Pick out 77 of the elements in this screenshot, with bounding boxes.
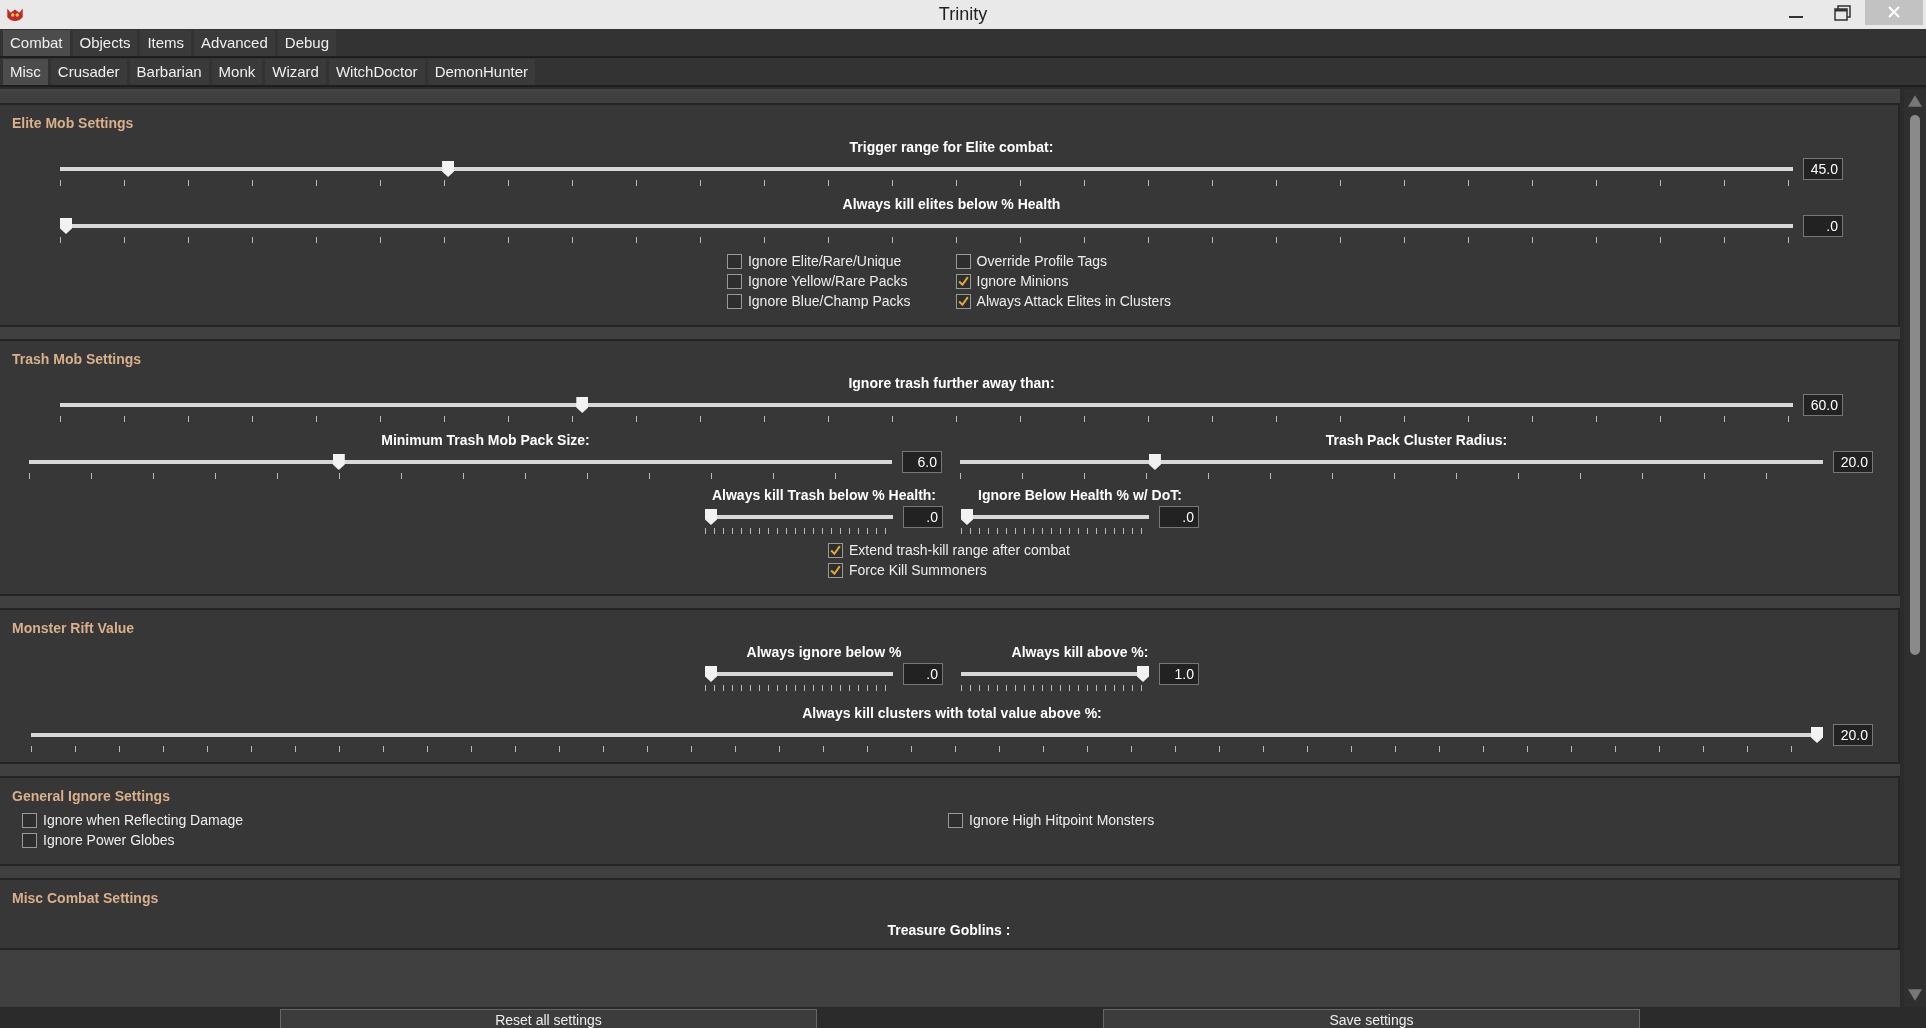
value-field[interactable]: 60.0 <box>1803 394 1843 416</box>
value-field[interactable]: 1.0 <box>1159 663 1199 685</box>
checkbox-label: Extend trash-kill range after combat <box>849 542 1070 558</box>
checkbox[interactable] <box>955 253 971 269</box>
section-title: Monster Rift Value <box>11 620 136 636</box>
tab[interactable]: Misc <box>3 59 48 85</box>
group-label: Treasure Goblins : <box>886 922 1012 938</box>
slider-label: Minimum Trash Mob Pack Size: <box>380 432 591 448</box>
slider-thumb[interactable] <box>576 397 589 413</box>
slider-label: Always kill above %: <box>1010 644 1150 660</box>
tab[interactable]: Barbarian <box>129 59 209 85</box>
slider-label: Trigger range for Elite combat: <box>848 139 1055 155</box>
checkbox-label: Always Attack Elites in Clusters <box>976 293 1172 309</box>
tab[interactable]: WitchDoctor <box>328 59 425 85</box>
checkbox-label: Ignore Elite/Rare/Unique <box>747 253 902 269</box>
scroll-up-icon[interactable] <box>1908 95 1922 107</box>
checkbox-label: Ignore High Hitpoint Monsters <box>969 812 1155 828</box>
scroll-thumb[interactable] <box>1910 115 1920 655</box>
value-field[interactable]: 20.0 <box>1833 724 1873 746</box>
checkbox[interactable] <box>726 253 742 269</box>
slider-thumb[interactable] <box>60 218 72 234</box>
section-title: Elite Mob Settings <box>11 115 135 131</box>
checkbox[interactable] <box>22 832 37 848</box>
checkbox[interactable] <box>22 812 37 828</box>
slider-thumb[interactable] <box>442 161 455 177</box>
scroll-down-icon[interactable] <box>1908 989 1922 1001</box>
tab[interactable]: Combat <box>3 30 70 56</box>
value-field[interactable]: 20.0 <box>1833 451 1873 473</box>
slider-label: Ignore Below Health % w/ DoT: <box>977 487 1183 503</box>
slider-thumb[interactable] <box>1148 454 1161 470</box>
section-title: General Ignore Settings <box>11 788 171 804</box>
slider-label: Trash Pack Cluster Radius: <box>1324 432 1509 448</box>
slider-thumb[interactable] <box>332 454 345 470</box>
slider-label: Always kill elites below % Health <box>841 196 1062 212</box>
scrollbar[interactable] <box>1904 89 1926 1007</box>
tab[interactable]: DemonHunter <box>427 59 535 85</box>
slider-label: Always ignore below % <box>745 644 903 660</box>
tab[interactable]: Items <box>140 30 192 56</box>
footer-button[interactable]: Reset all settings <box>280 1009 817 1028</box>
checkbox-label: Force Kill Summoners <box>849 562 987 578</box>
tab[interactable]: Debug <box>277 30 336 56</box>
checkbox-label: Ignore Blue/Champ Packs <box>747 293 911 309</box>
slider-thumb[interactable] <box>705 666 717 682</box>
window-title: Trinity <box>937 4 989 25</box>
slider-thumb[interactable] <box>961 509 973 525</box>
section-title: Misc Combat Settings <box>11 890 160 906</box>
checkbox-label: Ignore Yellow/Rare Packs <box>747 273 908 289</box>
checkbox-label: Ignore Minions <box>976 273 1069 289</box>
checkbox[interactable] <box>726 273 742 289</box>
checkbox[interactable] <box>828 542 843 558</box>
value-field[interactable]: .0 <box>903 663 943 685</box>
checkbox[interactable] <box>955 273 971 289</box>
tab[interactable]: Monk <box>211 59 263 85</box>
tab[interactable]: Objects <box>72 30 138 56</box>
checkbox[interactable] <box>955 293 971 309</box>
tab[interactable]: Crusader <box>50 59 127 85</box>
slider-thumb[interactable] <box>705 509 717 525</box>
slider-label: Ignore trash further away than: <box>847 375 1056 391</box>
value-field[interactable]: 45.0 <box>1803 158 1843 180</box>
value-field[interactable]: .0 <box>1803 215 1843 237</box>
footer-button[interactable]: Save settings <box>1103 1009 1640 1028</box>
checkbox-label: Override Profile Tags <box>976 253 1108 269</box>
value-field[interactable]: .0 <box>903 506 943 528</box>
checkbox-label: Ignore Power Globes <box>43 832 175 848</box>
slider-thumb[interactable] <box>1811 727 1823 743</box>
value-field[interactable]: 6.0 <box>902 451 942 473</box>
checkbox[interactable] <box>828 562 843 578</box>
tab[interactable]: Advanced <box>194 30 275 56</box>
section-title: Trash Mob Settings <box>11 351 143 367</box>
value-field[interactable]: .0 <box>1159 506 1199 528</box>
slider-thumb[interactable] <box>1137 666 1149 682</box>
slider-label: Always kill Trash below % Health: <box>710 487 938 503</box>
checkbox-label: Ignore when Reflecting Damage <box>43 812 243 828</box>
slider-label: Always kill clusters with total value above %: <box>801 705 1103 721</box>
checkbox[interactable] <box>726 293 742 309</box>
checkbox[interactable] <box>948 812 963 828</box>
tab[interactable]: Wizard <box>265 59 326 85</box>
